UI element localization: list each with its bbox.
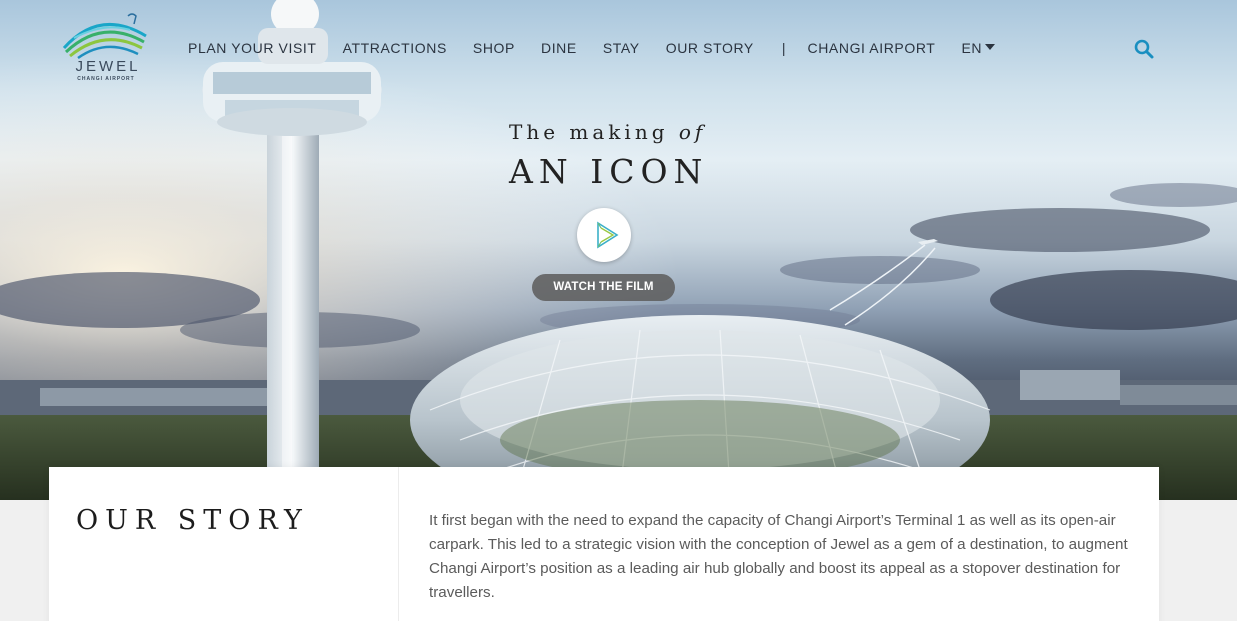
main-nav: PLAN YOUR VISIT ATTRACTIONS SHOP DINE ST… (188, 40, 996, 56)
watch-film-button[interactable]: WATCH THE FILM (532, 274, 675, 301)
hero-subtitle: The making of (509, 120, 706, 144)
story-body: It first began with the need to expand t… (429, 512, 1128, 601)
language-selector[interactable]: EN (961, 40, 996, 56)
hero-title: AN ICON (509, 152, 709, 191)
hero-subtitle-prefix: The making (509, 120, 669, 144)
story-title: OUR STORY (76, 505, 309, 536)
language-label: EN (961, 40, 983, 56)
hero-banner: JEWEL CHANGI AIRPORT PLAN YOUR VISIT ATT… (0, 0, 1237, 500)
nav-shop[interactable]: SHOP (473, 40, 515, 56)
search-button[interactable] (1133, 38, 1155, 60)
search-icon (1134, 39, 1154, 59)
chevron-down-icon (985, 44, 996, 50)
nav-stay[interactable]: STAY (603, 40, 640, 56)
jewel-logo-icon (62, 13, 147, 60)
nav-separator: | (781, 40, 786, 56)
nav-attractions[interactable]: ATTRACTIONS (343, 40, 447, 56)
play-button[interactable] (577, 208, 631, 262)
play-icon (597, 221, 619, 249)
story-divider (398, 467, 399, 621)
logo-subtitle: CHANGI AIRPORT (77, 76, 135, 82)
nav-our-story[interactable]: OUR STORY (666, 40, 754, 56)
our-story-card: OUR STORY It first began with the need t… (49, 467, 1159, 621)
nav-changi-airport[interactable]: CHANGI AIRPORT (808, 40, 936, 56)
nav-dine[interactable]: DINE (541, 40, 577, 56)
hero-subtitle-of: of (678, 120, 707, 144)
nav-plan-your-visit[interactable]: PLAN YOUR VISIT (188, 40, 317, 56)
logo-wordmark: JEWEL (75, 58, 141, 75)
